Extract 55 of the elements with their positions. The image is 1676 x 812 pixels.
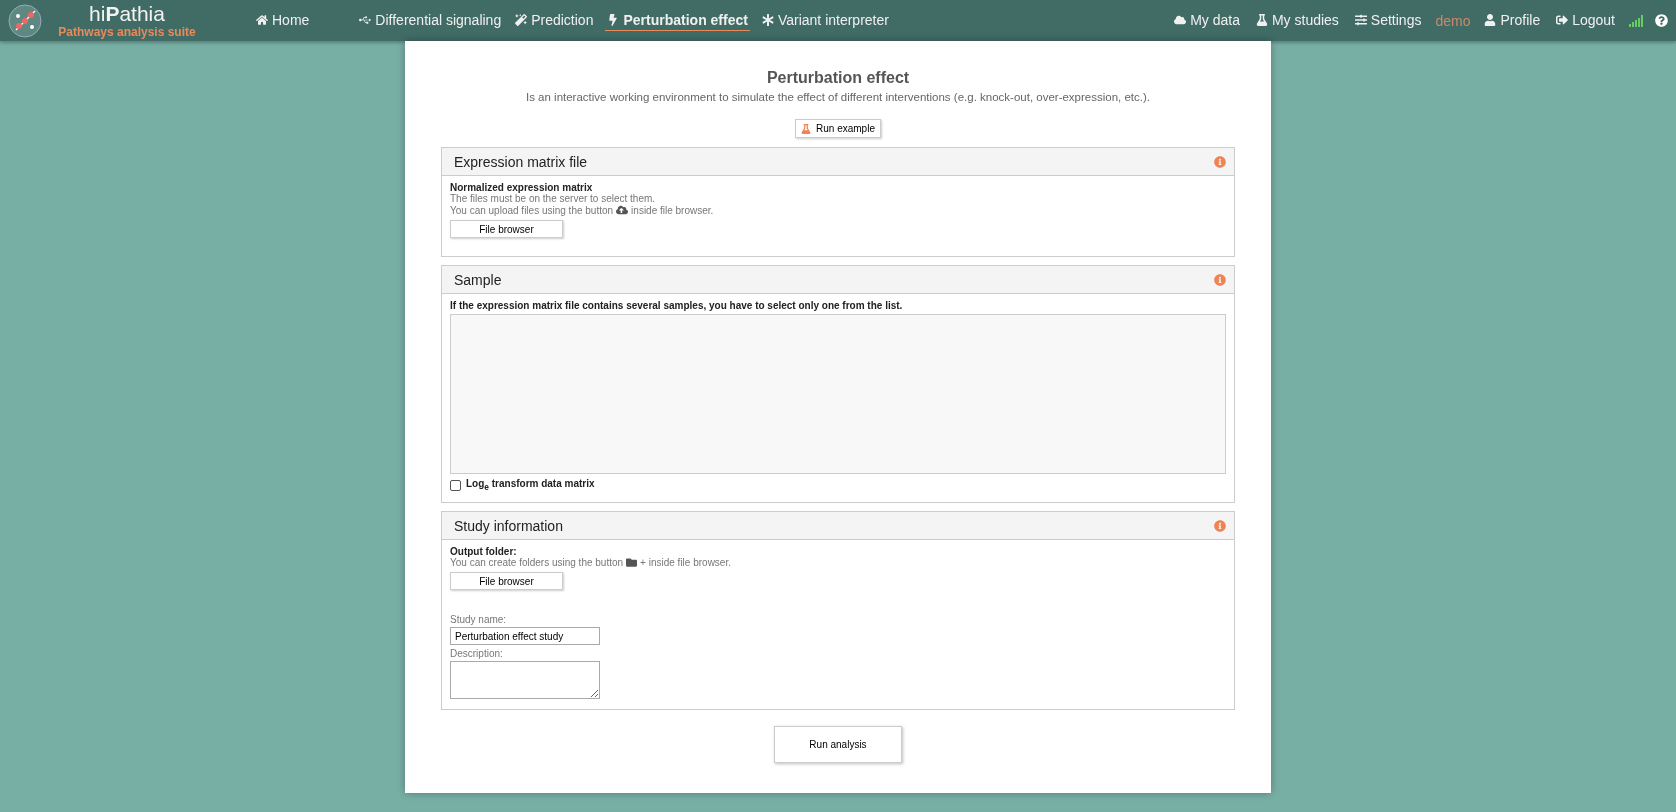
page-title: Perturbation effect xyxy=(766,69,910,87)
nav-link[interactable]: Profile xyxy=(1482,10,1543,31)
description-field[interactable] xyxy=(450,661,600,699)
info-icon[interactable] xyxy=(1214,155,1226,168)
nav-link[interactable]: My data xyxy=(1172,10,1242,31)
field-label: Study name: xyxy=(450,614,507,625)
nav-link[interactable]: Perturbation effect xyxy=(605,10,750,31)
field-label: Normalized expression matrix xyxy=(450,182,593,193)
run-example-button[interactable]: Run example xyxy=(795,119,881,138)
username: demo xyxy=(1435,12,1471,29)
field-label: Output folder: xyxy=(450,546,517,557)
brand-title[interactable]: hiPathia xyxy=(89,1,165,25)
info-icon[interactable] xyxy=(1214,273,1226,286)
checkbox[interactable] xyxy=(450,479,461,491)
hint-text: You can create folders using the button xyxy=(450,557,624,568)
hint-text: You can upload files using the button xyxy=(450,204,614,216)
nav-link[interactable]: Home xyxy=(254,10,312,31)
flask-icon xyxy=(1255,14,1268,26)
nav-link[interactable]: Differential signaling xyxy=(357,10,504,31)
help-icon[interactable] xyxy=(1655,14,1668,27)
field-label: Description: xyxy=(450,648,503,659)
field-label: If the expression matrix file contains several samples, you have to select only one from the list. xyxy=(450,300,903,311)
cloud-upload-icon xyxy=(616,204,629,216)
run-analysis-button[interactable]: Run analysis xyxy=(774,726,902,763)
brand-subtitle: Pathways analysis suite xyxy=(58,24,196,40)
asterisk-icon xyxy=(761,14,774,26)
info-icon[interactable] xyxy=(1214,519,1226,532)
home-icon xyxy=(256,14,268,26)
nav-link[interactable]: Logout xyxy=(1554,10,1617,31)
logout-icon xyxy=(1556,14,1569,26)
flask-icon xyxy=(801,123,812,134)
panel-title: Expression matrix file xyxy=(454,153,588,170)
hint-text: The files must be on the server to select them. xyxy=(450,193,656,204)
sliders-icon xyxy=(1354,14,1367,26)
bolt-icon xyxy=(607,14,620,26)
file-browser-button[interactable]: File browser xyxy=(450,220,563,238)
nav-link[interactable]: Settings xyxy=(1352,10,1424,31)
nav-link[interactable]: Variant interpreter xyxy=(759,10,891,31)
hint-text: inside file browser. xyxy=(631,204,714,216)
panel-title: Sample xyxy=(454,271,502,288)
cloud-icon xyxy=(1174,14,1187,26)
study-name-field[interactable]: Perturbation effect study xyxy=(450,627,600,645)
checkbox-label: Log$_{e}$ transform data matrix xyxy=(466,478,595,492)
logo-icon xyxy=(8,3,42,38)
page-description: Is an interactive working environment to simulate the effect of different interventions (e.g. knock-out, over-expression, etc.). xyxy=(525,91,1151,103)
nav-link[interactable]: My studies xyxy=(1253,10,1341,31)
user-icon xyxy=(1484,14,1497,26)
signal-icon xyxy=(1629,14,1643,27)
panel-title: Study information xyxy=(454,517,563,534)
folder-icon xyxy=(626,557,638,568)
hint-text: + inside file browser. xyxy=(640,557,731,568)
wand-icon xyxy=(515,14,528,26)
usb-icon xyxy=(359,14,372,26)
file-browser-button[interactable]: File browser xyxy=(450,572,563,590)
nav-link[interactable]: Prediction xyxy=(513,10,596,31)
